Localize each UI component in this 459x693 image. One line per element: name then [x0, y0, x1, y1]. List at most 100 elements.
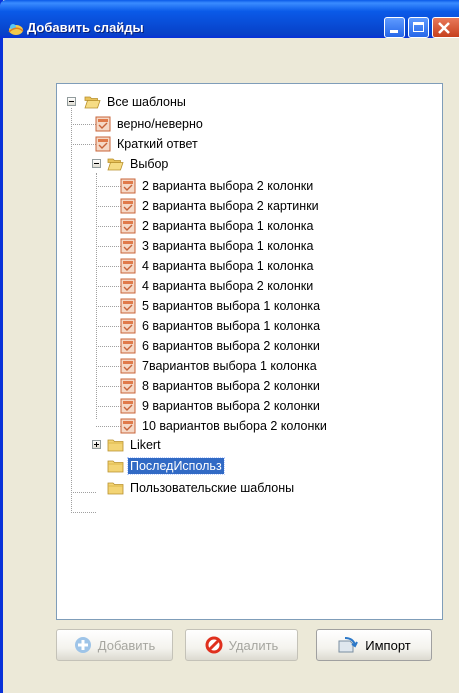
tree-node-root[interactable]: Все шаблоны [84, 92, 188, 112]
folder-icon [107, 460, 124, 473]
slide-template-icon [120, 298, 136, 314]
tree-node-file[interactable]: 6 вариантов выбора 2 колонки [120, 336, 322, 356]
tree-node-label: 7вариантов выбора 1 колонка [142, 359, 317, 373]
tree-line [96, 326, 121, 327]
tree-node-folder-vybor[interactable]: Выбор [107, 154, 170, 174]
tree-node-folder-likert[interactable]: Likert [107, 435, 163, 455]
slide-template-icon [95, 136, 111, 152]
tree-node-file[interactable]: Краткий ответ [95, 134, 200, 154]
tree-node-file[interactable]: 5 вариантов выбора 1 колонка [120, 296, 322, 316]
tree-node-file[interactable]: 4 варианта выбора 2 колонки [120, 276, 315, 296]
title-bar[interactable]: Добавить слайды [0, 0, 459, 38]
template-tree-panel[interactable]: Все шаблоны верно/неверно Краткий ответ … [56, 83, 443, 620]
tree-node-label: 9 вариантов выбора 2 колонки [142, 399, 320, 413]
collapse-toggle[interactable] [67, 97, 76, 106]
tree-node-label: 8 вариантов выбора 2 колонки [142, 379, 320, 393]
tree-line [96, 286, 121, 287]
tree-node-label: 6 вариантов выбора 1 колонка [142, 319, 321, 333]
import-button[interactable]: Импорт [316, 629, 432, 661]
slide-template-icon [120, 178, 136, 194]
tree-node-label: 10 вариантов выбора 2 колонки [142, 419, 327, 433]
expand-toggle[interactable] [92, 440, 101, 449]
folder-icon [107, 482, 124, 495]
slide-template-icon [120, 258, 136, 274]
tree-node-label: 5 вариантов выбора 1 колонка [142, 299, 321, 313]
add-slides-window: Добавить слайды Все шаблоны верно/неверн… [0, 0, 459, 693]
tree-node-label: ПоследИспольз [127, 457, 225, 475]
tree-node-file[interactable]: 2 варианта выбора 2 колонки [120, 176, 315, 196]
tree-node-file[interactable]: 2 варианта выбора 1 колонка [120, 216, 315, 236]
slide-template-icon [120, 218, 136, 234]
tree-line [71, 108, 72, 513]
add-icon [74, 636, 92, 654]
tree-node-file[interactable]: 9 вариантов выбора 2 колонки [120, 396, 322, 416]
folder-open-icon [107, 158, 124, 171]
tree-node-file[interactable]: 3 варианта выбора 1 колонка [120, 236, 315, 256]
tree-line [71, 492, 96, 493]
tree-node-file[interactable]: 8 вариантов выбора 2 колонки [120, 376, 322, 396]
no-entry-icon [205, 636, 223, 654]
tree-node-label: 2 варианта выбора 1 колонка [142, 219, 314, 233]
slide-template-icon [120, 338, 136, 354]
tree-node-label: 2 варианта выбора 2 картинки [142, 199, 319, 213]
tree-line [71, 124, 96, 125]
tree-line [96, 306, 121, 307]
slide-template-icon [120, 198, 136, 214]
tree-node-file[interactable]: 4 варианта выбора 1 колонка [120, 256, 315, 276]
tree-node-label: 4 варианта выбора 2 колонки [142, 279, 314, 293]
tree-line [96, 426, 121, 427]
add-button[interactable]: Добавить [56, 629, 173, 661]
tree-line [96, 346, 121, 347]
add-button-label: Добавить [97, 637, 156, 653]
slide-template-icon [120, 318, 136, 334]
tree-node-folder-recent[interactable]: ПоследИспольз [107, 456, 225, 476]
folder-icon [107, 439, 124, 452]
slide-template-icon [120, 398, 136, 414]
tree-line [96, 173, 97, 419]
minimize-icon [390, 30, 398, 33]
close-icon [438, 22, 450, 34]
tree-node-file[interactable]: 2 варианта выбора 2 картинки [120, 196, 321, 216]
slide-template-icon [95, 116, 111, 132]
tree-line [71, 512, 96, 513]
tree-line [96, 226, 121, 227]
collapse-toggle[interactable] [92, 159, 101, 168]
app-icon [8, 24, 24, 35]
slide-template-icon [120, 378, 136, 394]
maximize-button[interactable] [408, 17, 429, 38]
import-button-label: Импорт [365, 637, 411, 653]
tree-node-file[interactable]: 10 вариантов выбора 2 колонки [120, 416, 329, 436]
tree-node-folder-user[interactable]: Пользовательские шаблоны [107, 478, 296, 498]
tree-line [96, 406, 121, 407]
tree-node-file[interactable]: 7вариантов выбора 1 колонка [120, 356, 319, 376]
tree-node-label: 6 вариантов выбора 2 колонки [142, 339, 320, 353]
slide-template-icon [120, 358, 136, 374]
tree-node-label: Все шаблоны [107, 95, 186, 109]
tree-node-file[interactable]: 6 вариантов выбора 1 колонка [120, 316, 322, 336]
import-icon [337, 636, 359, 654]
slide-template-icon [120, 238, 136, 254]
minimize-button[interactable] [384, 17, 405, 38]
slide-template-icon [120, 278, 136, 294]
tree-line [96, 206, 121, 207]
delete-button-label: Удалить [228, 637, 279, 653]
window-title: Добавить слайды [27, 20, 144, 35]
tree-line [96, 266, 121, 267]
slide-template-icon [120, 418, 136, 434]
tree-node-label: Краткий ответ [117, 137, 198, 151]
tree-node-label: Пользовательские шаблоны [130, 481, 295, 495]
tree-node-label: верно/неверно [117, 117, 203, 131]
tree-node-label: Likert [130, 438, 161, 452]
close-button[interactable] [432, 17, 459, 38]
tree-line [96, 366, 121, 367]
tree-line [96, 186, 121, 187]
maximize-icon [413, 22, 424, 32]
tree-line [71, 144, 96, 145]
folder-open-icon [84, 96, 101, 109]
tree-node-label: 3 варианта выбора 1 колонка [142, 239, 314, 253]
tree-node-label: 4 варианта выбора 1 колонка [142, 259, 314, 273]
tree-node-file[interactable]: верно/неверно [95, 114, 205, 134]
tree-line [96, 386, 121, 387]
tree-node-label: 2 варианта выбора 2 колонки [142, 179, 314, 193]
delete-button[interactable]: Удалить [185, 629, 298, 661]
